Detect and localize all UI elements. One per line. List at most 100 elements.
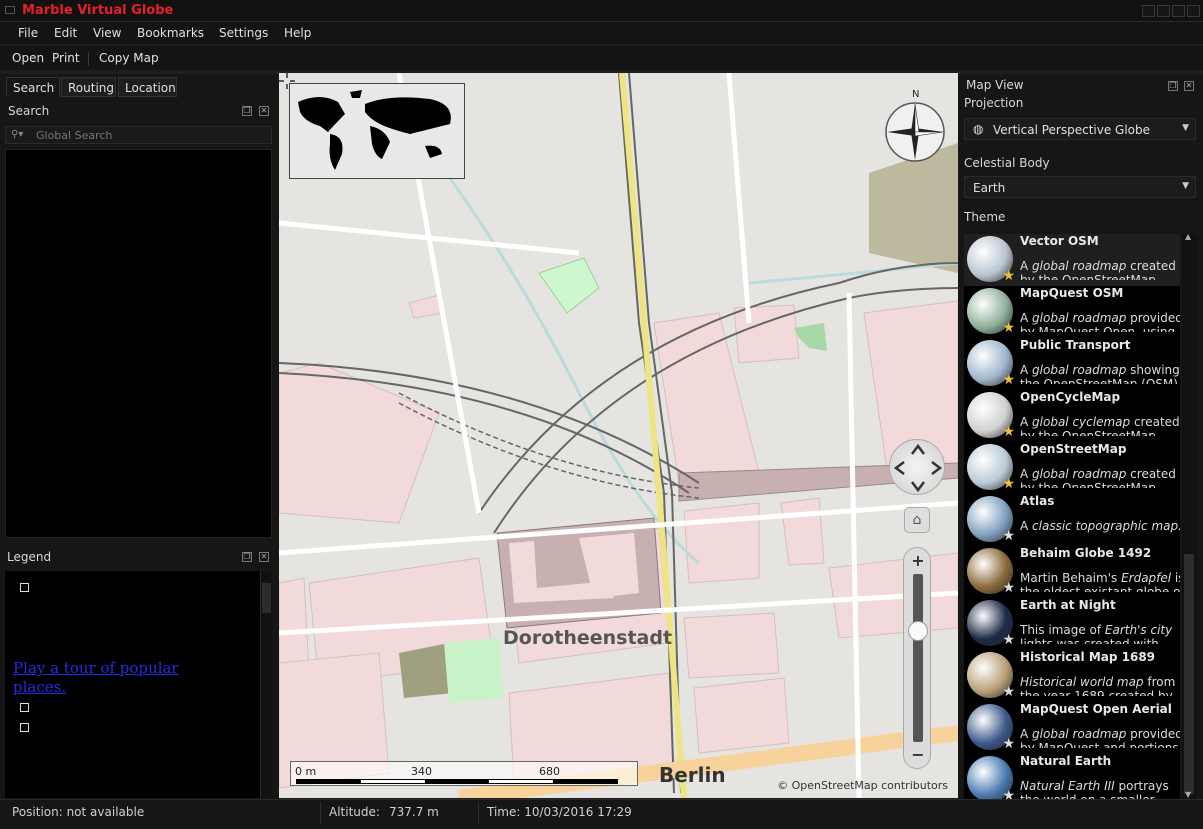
favorite-star-icon[interactable]: ★ xyxy=(1002,476,1015,492)
legend-scrollbar[interactable] xyxy=(260,571,272,798)
theme-description-continued: lights was created with xyxy=(1020,638,1180,644)
globe-icon: ◍ xyxy=(973,122,984,136)
menu-help[interactable]: Help xyxy=(284,26,311,40)
close-search-dock-button[interactable]: ✕ xyxy=(259,106,269,116)
theme-item[interactable]: ★ Natural Earth Natural Earth III portrays… xyxy=(964,754,1180,799)
float-mapview-dock-button[interactable]: ❐ xyxy=(1168,81,1178,91)
menu-bookmarks[interactable]: Bookmarks xyxy=(137,26,204,40)
search-results-list[interactable] xyxy=(5,149,272,538)
maximize-window-button[interactable] xyxy=(1172,5,1185,17)
menu-settings[interactable]: Settings xyxy=(219,26,268,40)
zoom-out-button[interactable]: − xyxy=(909,746,927,764)
home-button[interactable]: ⌂ xyxy=(904,507,930,533)
pan-control[interactable] xyxy=(889,439,945,495)
menu-file[interactable]: File xyxy=(18,26,38,40)
favorite-star-icon[interactable]: ★ xyxy=(1002,424,1015,440)
theme-description-text: A xyxy=(1020,467,1033,481)
scroll-down-icon[interactable]: ▼ xyxy=(1185,790,1191,799)
theme-description-emphasis: global roadmap xyxy=(1032,259,1127,273)
tab-search[interactable]: Search xyxy=(6,77,60,97)
close-legend-dock-button[interactable]: ✕ xyxy=(259,552,269,562)
menu-view[interactable]: View xyxy=(93,26,121,40)
theme-item[interactable]: ★ Historical Map 1689 Historical world map… xyxy=(964,650,1180,702)
legend-checkbox[interactable] xyxy=(20,583,29,592)
theme-item[interactable]: ★ Behaim Globe 1492 Martin Behaim's Erdapf… xyxy=(964,546,1180,598)
tab-routing[interactable]: Routing xyxy=(61,77,116,97)
print-button[interactable]: Print xyxy=(52,51,80,65)
theme-item[interactable]: ★ OpenCycleMap A global cyclemap createdby… xyxy=(964,390,1180,442)
window-menu-icon[interactable] xyxy=(5,6,15,14)
theme-name: Behaim Globe 1492 xyxy=(1020,546,1152,560)
theme-scroll-thumb[interactable] xyxy=(1184,554,1194,794)
celestial-body-select[interactable]: Earth ▼ xyxy=(964,176,1196,198)
status-separator xyxy=(478,802,479,824)
theme-name: MapQuest Open Aerial xyxy=(1020,702,1172,716)
search-input[interactable] xyxy=(36,128,266,142)
place-label-dorotheenstadt: Dorotheenstadt xyxy=(503,627,673,649)
favorite-star-icon[interactable]: ★ xyxy=(1002,788,1015,799)
theme-item[interactable]: ★ Public Transport A global roadmap showin… xyxy=(964,338,1180,390)
crosshair-icon xyxy=(279,73,295,89)
favorite-star-icon[interactable]: ★ xyxy=(1002,372,1015,388)
chevron-down-icon: ▼ xyxy=(1182,181,1189,191)
theme-list[interactable]: ★Vector OSMA global roadmap createdby th… xyxy=(964,234,1180,799)
theme-description-text: A xyxy=(1020,311,1033,325)
theme-scrollbar[interactable]: ▲ ▼ xyxy=(1182,232,1197,799)
legend-checkbox[interactable] xyxy=(20,723,29,732)
theme-description-emphasis: global roadmap xyxy=(1032,467,1127,481)
theme-description-text: A xyxy=(1020,363,1033,377)
favorite-star-icon[interactable]: ★ xyxy=(1002,580,1015,596)
binoculars-icon[interactable]: ⚲▾ xyxy=(11,129,23,140)
tour-link[interactable]: Play a tour of popular places. xyxy=(13,659,213,697)
menu-edit[interactable]: Edit xyxy=(54,26,77,40)
status-bar: Position: not available Altitude: 737.7 … xyxy=(0,799,1203,829)
zoom-control[interactable]: + − xyxy=(903,547,931,769)
tab-location[interactable]: Location xyxy=(118,77,177,97)
zoom-slider-track[interactable] xyxy=(913,574,923,742)
zoom-in-button[interactable]: + xyxy=(909,552,927,570)
theme-item[interactable]: ★ MapQuest OSM A global roadmap providedby… xyxy=(964,286,1180,338)
favorite-star-icon[interactable]: ★ xyxy=(1002,632,1015,648)
legend-checkbox[interactable] xyxy=(20,703,29,712)
favorite-star-icon[interactable]: ★ xyxy=(1002,320,1015,336)
theme-item[interactable]: ★ Earth at Night This image of Earth's cit… xyxy=(964,598,1180,650)
theme-description: A global roadmap created xyxy=(1020,259,1180,274)
search-dock-title: Search xyxy=(8,104,50,118)
minimize-window-button[interactable] xyxy=(1157,5,1170,17)
theme-description-emphasis: global roadmap xyxy=(1032,311,1127,325)
favorite-star-icon[interactable]: ★ xyxy=(1002,268,1015,284)
favorite-star-icon[interactable]: ★ xyxy=(1002,684,1015,700)
theme-name: Public Transport xyxy=(1020,338,1131,352)
theme-description-text: A xyxy=(1020,727,1033,741)
theme-globe-icon: ★ xyxy=(967,652,1015,700)
theme-name: Historical Map 1689 xyxy=(1020,650,1156,664)
place-label-berlin: Berlin xyxy=(659,763,726,787)
scale-bar: 0 m 340 680 xyxy=(290,761,638,786)
theme-globe-icon: ★ xyxy=(967,496,1015,544)
legend-scroll-thumb[interactable] xyxy=(262,583,271,613)
map-view-dock-title: Map View xyxy=(966,78,1024,92)
theme-item[interactable]: ★ Vector OSM A global roadmap createdby th… xyxy=(964,234,1180,286)
favorite-star-icon[interactable]: ★ xyxy=(1002,528,1015,544)
theme-description-text: A xyxy=(1020,519,1033,533)
close-window-button[interactable] xyxy=(1187,5,1200,17)
scroll-up-icon[interactable]: ▲ xyxy=(1185,232,1191,241)
copy-map-button[interactable]: Copy Map xyxy=(99,51,159,65)
theme-item[interactable]: ★ OpenStreetMap A global roadmap createdby… xyxy=(964,442,1180,494)
scale-bar-graphic xyxy=(296,779,618,784)
theme-item[interactable]: ★ Atlas A classic topographic map. xyxy=(964,494,1180,546)
float-search-dock-button[interactable]: ❐ xyxy=(242,106,252,116)
theme-description-continued: by the OpenStreetMap xyxy=(1020,482,1180,488)
favorite-star-icon[interactable]: ★ xyxy=(1002,736,1015,752)
projection-select[interactable]: Vertical Perspective Globe ◍ ▼ xyxy=(964,118,1196,140)
theme-description-text: portrays xyxy=(1114,779,1169,793)
open-button[interactable]: Open xyxy=(12,51,44,65)
shade-window-button[interactable] xyxy=(1142,5,1155,17)
theme-description: This image of Earth's city xyxy=(1020,623,1180,638)
map-view[interactable]: N ⌂ + − Dorotheenstadt Berlin 0 m 340 68… xyxy=(279,73,958,798)
float-legend-dock-button[interactable]: ❐ xyxy=(242,552,252,562)
close-mapview-dock-button[interactable]: ✕ xyxy=(1184,81,1194,91)
theme-item[interactable]: ★ MapQuest Open Aerial A global roadmap pr… xyxy=(964,702,1180,754)
zoom-slider-knob[interactable] xyxy=(908,621,928,642)
world-overview-map[interactable] xyxy=(289,83,465,179)
